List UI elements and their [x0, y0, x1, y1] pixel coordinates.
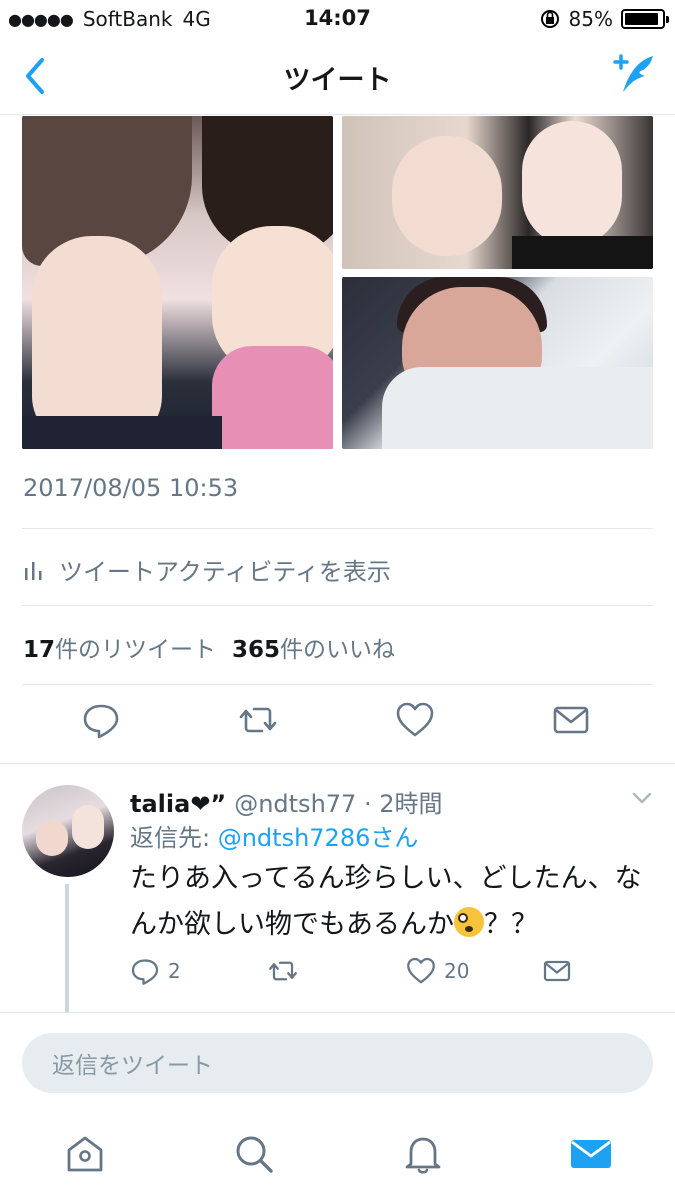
engagement-counts: 17件のリツイート 365件のいいね [23, 630, 395, 664]
reply-like-count: 20 [444, 959, 470, 983]
activity-label: ツイートアクティビティを表示 [59, 558, 391, 586]
status-right: 85% [539, 7, 669, 31]
retweets-count-link[interactable]: 17件のリツイート [23, 630, 216, 664]
reply-message-button[interactable] [542, 956, 572, 986]
reply-actions: 2 20 [130, 956, 610, 992]
reply-input[interactable]: 返信をツイート [22, 1033, 653, 1093]
tweet-photo-2[interactable] [342, 116, 653, 269]
tweet-photo-3[interactable] [342, 277, 653, 449]
divider [22, 605, 653, 606]
reply-text-tail: ？？ [484, 909, 538, 940]
reply-icon[interactable] [81, 700, 121, 740]
tab-bar [0, 1112, 675, 1200]
reply-to-user-link[interactable]: @ndtsh7286さん [218, 824, 419, 852]
reply-to: 返信先: @ndtsh7286さん [130, 818, 418, 853]
photo-detail [512, 236, 653, 269]
messages-icon[interactable] [569, 1132, 613, 1176]
photo-detail [382, 367, 653, 449]
retweet-icon [269, 961, 297, 981]
avatar-detail [72, 805, 104, 849]
retweet-icon[interactable] [238, 700, 278, 740]
flushed-face-emoji-icon [454, 907, 484, 937]
reply-like-button[interactable]: 20 [406, 956, 469, 986]
reply-input-placeholder: 返信をツイート [52, 1053, 213, 1079]
tweet-actions [0, 700, 675, 750]
photo-detail [22, 416, 222, 449]
reply-reply-count: 2 [168, 959, 181, 983]
stats-icon [25, 561, 42, 580]
reply-handle-time: @ndtsh77 · 2時間 [234, 790, 443, 818]
photo-detail [392, 136, 502, 256]
photo-detail [212, 346, 333, 449]
section-separator [0, 1012, 675, 1013]
like-icon[interactable] [395, 700, 435, 740]
tweet-timestamp: 2017/08/05 10:53 [23, 474, 239, 502]
battery-icon [621, 9, 669, 29]
message-icon [543, 960, 571, 982]
status-bar: ●●●●● SoftBank 4G 14:07 85% [0, 0, 675, 38]
likes-count-link[interactable]: 365件のいいね [232, 630, 395, 664]
reply-text-body: たりあ入ってるん珍らしい、どしたん、なんか欲しい物でもあるんか [130, 863, 642, 940]
compose-icon[interactable] [609, 52, 657, 98]
likes-count: 365 [232, 637, 281, 663]
chevron-down-icon[interactable] [631, 790, 653, 806]
page-title: ツイート [283, 65, 392, 96]
section-separator [0, 763, 675, 764]
like-icon [407, 957, 435, 984]
message-icon[interactable] [551, 700, 591, 740]
reply-author-name[interactable]: talia❤” [130, 790, 226, 818]
photo-detail [522, 121, 622, 246]
divider [22, 684, 653, 685]
reply-icon [131, 959, 159, 985]
battery-percent: 85% [568, 7, 613, 31]
reply-to-prefix: 返信先: [130, 824, 218, 852]
tweet-activity-link[interactable]: ツイートアクティビティを表示 [23, 552, 391, 587]
tweet-photo-1[interactable] [22, 116, 333, 449]
avatar-detail [36, 820, 68, 856]
reply-text: たりあ入ってるん珍らしい、どしたん、なんか欲しい物でもあるんか？？ [130, 856, 650, 948]
photo-detail [32, 236, 162, 446]
home-icon[interactable] [63, 1132, 107, 1176]
reply-reply-button[interactable]: 2 [130, 956, 181, 986]
avatar[interactable] [22, 785, 114, 877]
retweets-count: 17 [23, 637, 56, 663]
likes-label: 件のいいね [280, 637, 396, 663]
notifications-icon[interactable] [401, 1132, 445, 1176]
orientation-lock-icon [540, 10, 559, 28]
nav-bar: ツイート [0, 38, 675, 115]
retweets-label: 件のリツイート [55, 637, 217, 663]
divider [22, 528, 653, 529]
reply-header: talia❤” @ndtsh77 · 2時間 [130, 784, 442, 819]
search-icon[interactable] [232, 1132, 276, 1176]
thread-line [65, 884, 69, 1012]
reply-retweet-button[interactable] [267, 956, 299, 986]
